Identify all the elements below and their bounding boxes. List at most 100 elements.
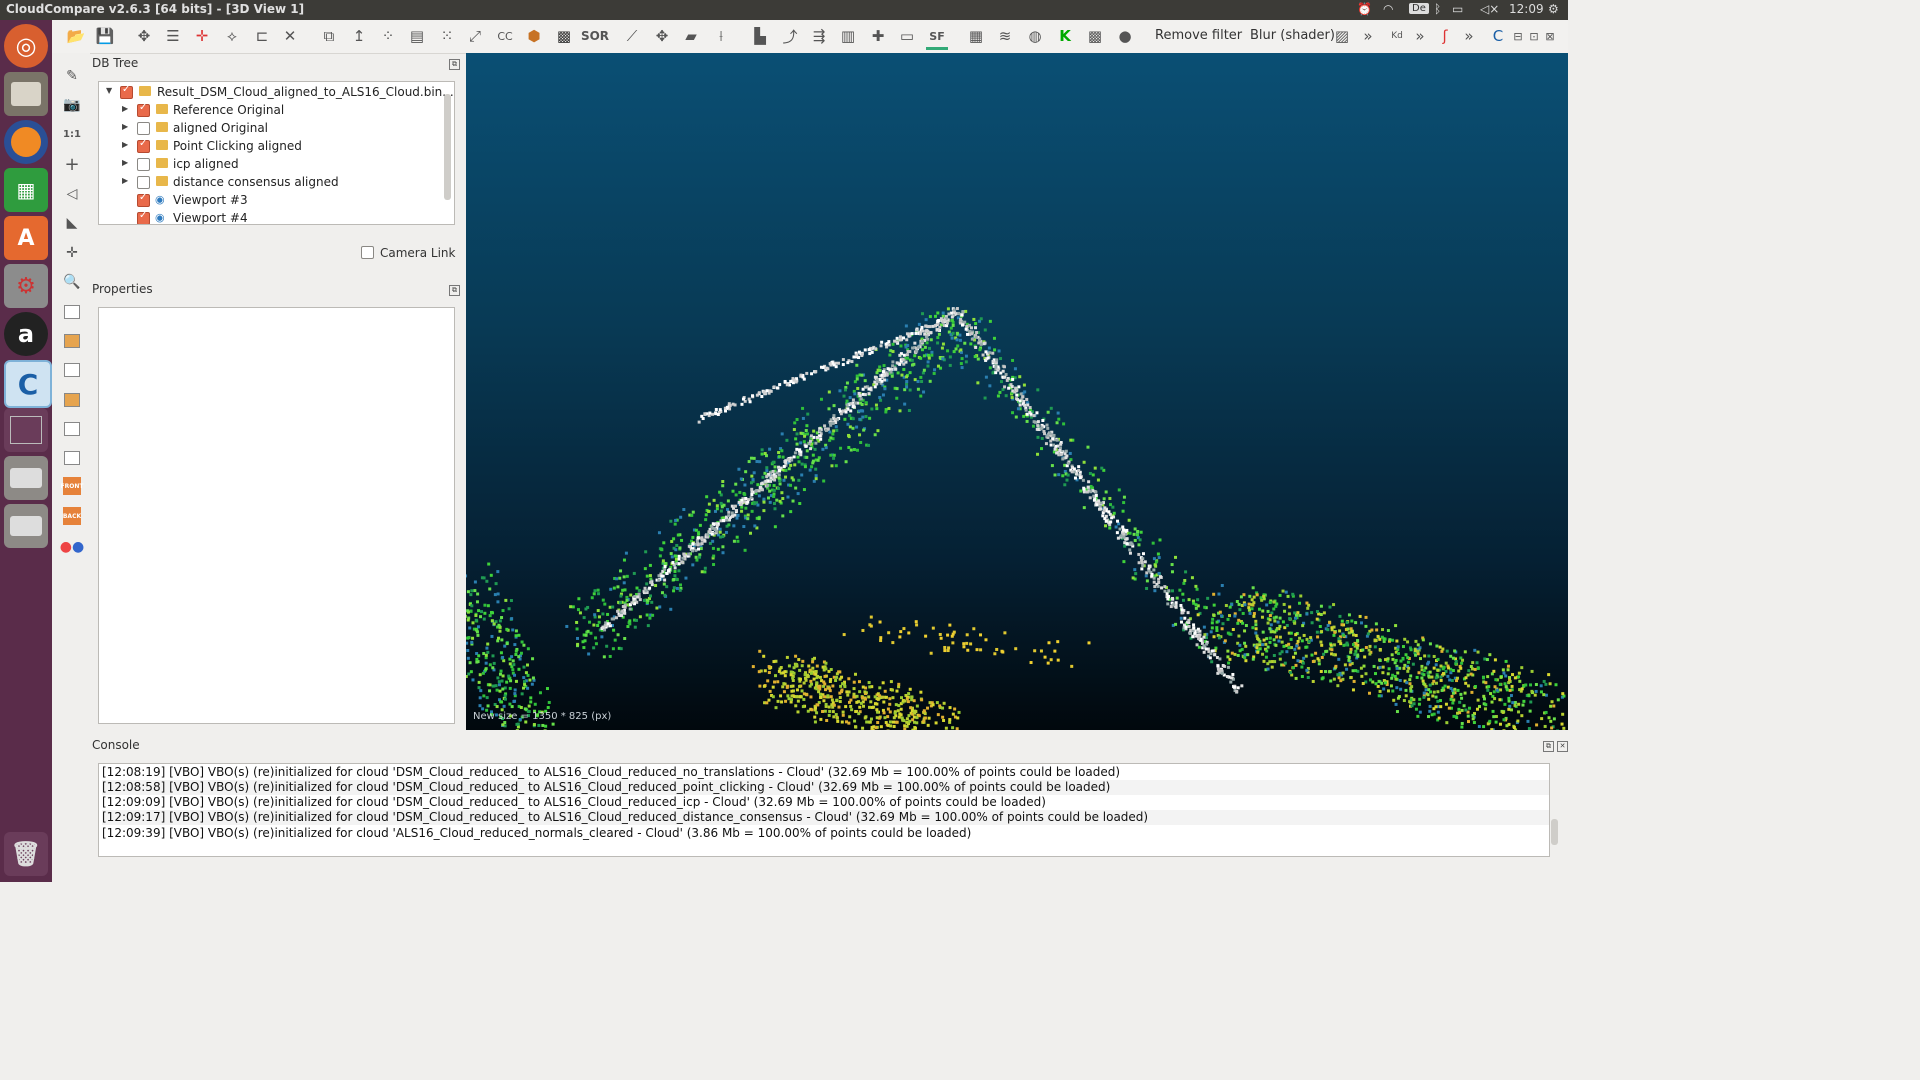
- bag-icon[interactable]: ⬢: [524, 25, 544, 47]
- files-icon[interactable]: [4, 72, 48, 116]
- tree-item[interactable]: ▶ distance consensus aligned: [99, 173, 440, 191]
- system-settings-icon[interactable]: ⚙: [4, 264, 48, 308]
- perspective-icon[interactable]: ◁: [61, 183, 83, 205]
- alarm-clock-icon[interactable]: ⏰: [1357, 2, 1372, 16]
- item-checkbox[interactable]: [137, 122, 150, 135]
- tree-item[interactable]: ▶ Reference Original: [99, 101, 440, 119]
- more-toolbar-button[interactable]: »: [1410, 25, 1430, 47]
- float-panel-icon[interactable]: ⧉: [1543, 741, 1554, 752]
- tree-item[interactable]: ▶ aligned Original: [99, 119, 440, 137]
- bottom-view-icon[interactable]: [61, 418, 83, 440]
- more-toolbar-button[interactable]: »: [1459, 25, 1479, 47]
- 3d-view[interactable]: New size = 1350 * 825 (px): [466, 53, 1568, 730]
- top-view-icon[interactable]: [61, 301, 83, 323]
- close-window-icon[interactable]: ⊠: [1540, 25, 1560, 47]
- distance-icon[interactable]: ⟋: [622, 25, 642, 47]
- software-center-icon[interactable]: A: [4, 216, 48, 260]
- bluetooth-icon[interactable]: ᛒ: [1434, 2, 1441, 16]
- remove-filter-button[interactable]: Remove filter: [1155, 28, 1242, 43]
- trash-icon[interactable]: 🗑: [4, 832, 48, 876]
- right-view-icon[interactable]: [61, 389, 83, 411]
- float-panel-icon[interactable]: ⧉: [449, 59, 460, 70]
- wave-icon[interactable]: ≋: [995, 25, 1015, 47]
- pivot-visibility-icon[interactable]: ✛: [61, 242, 83, 264]
- pencil-icon[interactable]: ✎: [61, 65, 83, 87]
- shader-icon[interactable]: ▨: [1332, 25, 1352, 47]
- histogram-icon[interactable]: ▙: [750, 25, 770, 47]
- noise-filter-icon[interactable]: ⁙: [437, 25, 457, 47]
- libreoffice-calc-icon[interactable]: ▦: [4, 168, 48, 212]
- scale-one-to-one-button[interactable]: 1:1: [61, 123, 83, 145]
- point-picking-icon[interactable]: ✥: [134, 25, 154, 47]
- normals-icon[interactable]: ↥: [349, 25, 369, 47]
- kdtree-button[interactable]: Kd: [1387, 25, 1407, 47]
- amazon-icon[interactable]: a: [4, 312, 48, 356]
- more-toolbar-button[interactable]: »: [1358, 25, 1378, 47]
- db-tree[interactable]: ▼ Result_DSM_Cloud_aligned_to_ALS16_Clou…: [98, 81, 455, 225]
- translate-rotate-icon[interactable]: ✛: [192, 25, 212, 47]
- close-icon[interactable]: ✕: [280, 25, 300, 47]
- stereo-icon[interactable]: ● ●: [60, 536, 84, 558]
- plugin-icon[interactable]: ʃ: [1435, 25, 1455, 47]
- tree-item[interactable]: ◉ Viewport #3: [99, 191, 440, 209]
- workspace-switcher-icon[interactable]: [4, 408, 48, 452]
- tree-item[interactable]: ◉ Viewport #4: [99, 209, 440, 224]
- sf-filter-icon[interactable]: ⇶: [809, 25, 829, 47]
- camera-icon[interactable]: 📷: [61, 94, 83, 116]
- move-icon[interactable]: ✥: [652, 25, 672, 47]
- add-sf-icon[interactable]: ✚: [868, 25, 888, 47]
- save-icon[interactable]: 💾: [95, 25, 115, 47]
- float-panel-icon[interactable]: ⧉: [449, 285, 460, 296]
- drive-icon[interactable]: [4, 504, 48, 548]
- item-checkbox[interactable]: [137, 158, 150, 171]
- sf-gradient-icon[interactable]: ▥: [838, 25, 858, 47]
- tree-item[interactable]: ▶ icp aligned: [99, 155, 440, 173]
- item-checkbox[interactable]: [137, 192, 150, 207]
- iso-view-icon[interactable]: [61, 447, 83, 469]
- sor-filter-button[interactable]: SOR: [581, 25, 609, 47]
- keyboard-layout-indicator[interactable]: De: [1409, 3, 1429, 14]
- sphere-icon[interactable]: ●: [1115, 25, 1135, 47]
- pivot-icon[interactable]: +: [61, 153, 83, 175]
- curve-icon[interactable]: ⤴: [780, 25, 800, 47]
- zoom-icon[interactable]: 🔍: [61, 271, 83, 293]
- mesh-icon[interactable]: ▤: [407, 25, 427, 47]
- image-icon[interactable]: ▩: [1085, 25, 1105, 47]
- chat-icon[interactable]: ◍: [1025, 25, 1045, 47]
- item-checkbox[interactable]: [137, 138, 150, 153]
- tree-item[interactable]: ▶ Point Clicking aligned: [99, 137, 440, 155]
- merge-icon[interactable]: ⧉: [319, 25, 339, 47]
- item-checkbox[interactable]: [137, 102, 150, 117]
- battery-icon[interactable]: ▭: [1452, 2, 1463, 16]
- cloudcompare-icon[interactable]: C: [4, 360, 52, 408]
- tree-scrollbar[interactable]: [442, 84, 453, 220]
- back-view-button[interactable]: BACK: [63, 507, 81, 525]
- close-panel-icon[interactable]: ✕: [1557, 741, 1568, 752]
- clock[interactable]: 12:09: [1509, 2, 1544, 16]
- plane-icon[interactable]: ▰: [681, 25, 701, 47]
- item-checkbox[interactable]: [137, 176, 150, 189]
- subsample-icon[interactable]: ⁘: [378, 25, 398, 47]
- item-checkbox[interactable]: [137, 210, 150, 224]
- drive-icon[interactable]: [4, 456, 48, 500]
- tree-root[interactable]: ▼ Result_DSM_Cloud_aligned_to_ALS16_Clou…: [99, 83, 454, 101]
- wifi-icon[interactable]: ◠: [1383, 2, 1393, 16]
- gear-icon[interactable]: ⚙: [1548, 2, 1559, 16]
- left-view-icon[interactable]: [61, 359, 83, 381]
- console-log[interactable]: [12:08:19] [VBO] VBO(s) (re)initialized …: [98, 763, 1550, 857]
- front-view-button[interactable]: FRONT: [61, 477, 83, 495]
- segment-icon[interactable]: ⟡: [222, 25, 242, 47]
- checkerboard-icon[interactable]: ▩: [554, 25, 574, 47]
- calculator-icon[interactable]: ▭: [897, 25, 917, 47]
- k-icon[interactable]: K: [1055, 25, 1075, 47]
- console-scrollbar[interactable]: [1549, 763, 1560, 856]
- viewpoint-icon[interactable]: ◣: [61, 212, 83, 234]
- ubuntu-dash-icon[interactable]: ◎: [4, 24, 48, 68]
- open-icon[interactable]: 📂: [66, 25, 86, 47]
- connected-components-icon[interactable]: CC: [495, 25, 515, 47]
- camera-link-checkbox[interactable]: Camera Link: [361, 246, 455, 260]
- blur-shader-button[interactable]: Blur (shader): [1250, 28, 1335, 43]
- scale-icon[interactable]: ⟊: [711, 25, 731, 47]
- scalar-field-button[interactable]: SF: [926, 25, 948, 50]
- root-checkbox[interactable]: [120, 84, 133, 99]
